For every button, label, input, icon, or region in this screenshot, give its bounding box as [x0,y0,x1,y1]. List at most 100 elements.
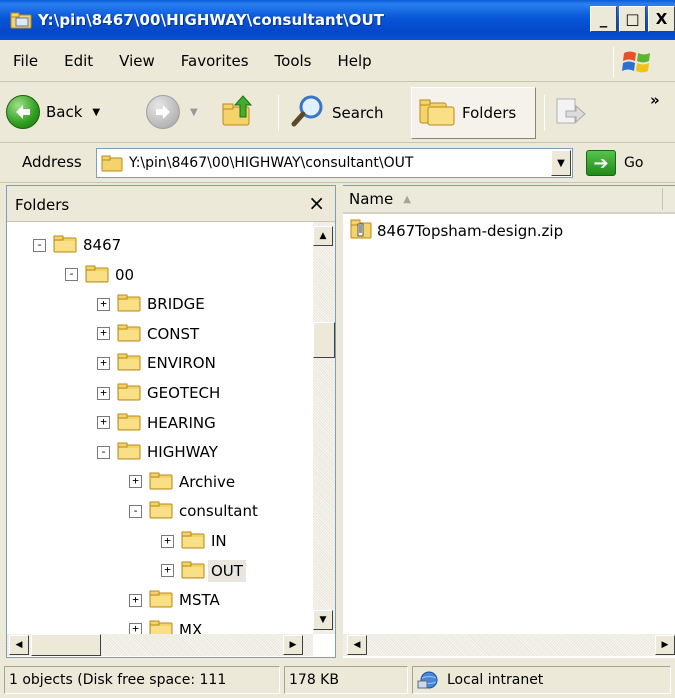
sort-ascending-icon: ▲ [403,193,411,205]
tree-node-label: IN [211,532,227,550]
expand-icon[interactable]: + [97,416,110,430]
forward-button[interactable]: ▼ [146,95,198,129]
search-button[interactable]: Search [290,93,384,133]
tree-node-archive[interactable]: + Archive [129,469,235,495]
go-button[interactable]: ➔ Go [586,150,643,176]
menu-help[interactable]: Help [325,52,385,70]
tree-node-in[interactable]: + IN [161,528,227,554]
up-folder-icon [220,93,256,133]
scroll-up-button[interactable]: ▲ [313,226,333,246]
minimize-button[interactable]: _ [590,6,617,32]
tree-node-geotech[interactable]: + GEOTECH [97,380,220,406]
back-button[interactable]: Back ▼ [6,95,100,129]
address-value: Y:\pin\8467\00\HIGHWAY\consultant\OUT [129,155,414,171]
collapse-icon[interactable]: - [33,238,46,252]
folder-icon [101,154,123,172]
up-folder-button[interactable] [220,93,256,133]
folders-button[interactable]: Folders [411,87,536,139]
address-label: Address [22,153,82,171]
expand-icon[interactable]: + [97,386,110,400]
tree-node-consultant[interactable]: - consultant [129,498,258,524]
tree-node-mx[interactable]: + MX [129,617,202,634]
move-to-button[interactable] [554,95,588,133]
scroll-thumb[interactable] [313,322,335,358]
maximize-button[interactable]: □ [619,6,646,32]
scroll-right-button[interactable]: ▶ [283,635,303,655]
menu-favorites[interactable]: Favorites [168,52,262,70]
files-scroll-left-button[interactable]: ◀ [347,635,367,655]
tree-node-label: OUT [208,559,246,582]
forward-dropdown-icon[interactable]: ▼ [190,107,198,118]
hscroll-thumb[interactable] [31,634,101,656]
expand-icon[interactable]: + [161,534,174,548]
tree-node-hearing[interactable]: + HEARING [97,410,216,436]
collapse-icon[interactable]: - [65,268,78,282]
expand-icon[interactable]: + [97,327,110,341]
tree-node-label: MX [179,620,203,634]
folder-icon [149,588,173,612]
tree-horizontal-scrollbar[interactable]: ◀ ▶ [7,634,313,656]
title-bar[interactable]: Y:\pin\8467\00\HIGHWAY\consultant\OUT _ … [0,0,675,40]
folders-pane-title: Folders [15,196,70,214]
expand-icon[interactable]: + [129,623,142,634]
folder-icon [85,263,109,287]
folder-icon [149,499,173,523]
files-horizontal-scrollbar[interactable]: ◀ ▶ [343,634,675,656]
file-list-pane: Name ▲ 8467Topsham-design.zip ◀ ▶ [343,185,675,658]
tree-node-msta[interactable]: + MSTA [129,587,220,613]
move-to-icon [554,95,588,133]
tree-node-bridge[interactable]: + BRIDGE [97,291,205,317]
expand-icon[interactable]: + [129,475,142,489]
folder-tree: -8467-00 + BRIDGE + CONST + ENVIRON + GEOTECH + HE… [7,222,313,634]
search-label: Search [332,104,384,122]
folders-label: Folders [462,104,517,122]
tree-vertical-scrollbar[interactable]: ▲ ▼ [313,222,335,634]
menu-tools[interactable]: Tools [262,52,325,70]
status-zone: Local intranet [412,666,671,694]
tree-node-environ[interactable]: + ENVIRON [97,350,216,376]
tree-node-00[interactable]: - 00 [65,262,134,288]
go-arrow-icon: ➔ [586,150,616,176]
address-dropdown-button[interactable]: ▼ [551,150,571,176]
expand-icon[interactable]: + [161,564,174,578]
address-input[interactable]: Y:\pin\8467\00\HIGHWAY\consultant\OUT ▼ [96,148,573,178]
tree-node-label: ENVIRON [147,354,216,373]
tree-node-out[interactable]: + OUT [161,558,246,584]
tree-node-highway[interactable]: - HIGHWAY [97,439,218,465]
tree-node-const[interactable]: + CONST [97,321,199,347]
menu-view[interactable]: View [106,52,168,70]
status-size: 178 KB [284,666,408,694]
back-label: Back [46,103,83,121]
expand-icon[interactable]: + [97,356,110,370]
tree-node-label: HIGHWAY [147,443,218,462]
toolbar-chevron[interactable]: » [650,91,660,109]
tree-node-label: 8467 [83,236,122,254]
status-bar: 1 objects (Disk free space: 111 178 KB L… [0,662,675,698]
folder-icon [181,529,205,553]
folder-icon [117,351,141,375]
folder-icon [117,381,141,405]
expand-icon[interactable]: + [129,593,142,607]
back-dropdown-icon[interactable]: ▼ [92,107,100,118]
scroll-down-button[interactable]: ▼ [313,610,333,630]
scroll-left-button[interactable]: ◀ [9,635,29,655]
folder-icon [117,440,141,464]
close-pane-icon[interactable]: × [308,191,325,215]
tree-node-label: BRIDGE [147,295,205,314]
windows-logo-icon [613,47,653,77]
files-scroll-right-button[interactable]: ▶ [655,635,675,655]
menu-bar: File Edit View Favorites Tools Help [0,40,675,82]
file-item[interactable]: 8467Topsham-design.zip [349,218,563,244]
collapse-icon[interactable]: - [129,504,142,518]
menu-edit[interactable]: Edit [51,52,106,70]
collapse-icon[interactable]: - [97,445,110,459]
folders-icon [418,93,458,133]
close-button[interactable]: X [648,6,675,32]
menu-file[interactable]: File [0,52,51,70]
address-bar: Address Y:\pin\8467\00\HIGHWAY\consultan… [0,143,675,183]
status-zone-label: Local intranet [447,672,544,688]
expand-icon[interactable]: + [97,297,110,311]
tree-node-8467[interactable]: - 8467 [33,232,121,258]
name-column-header[interactable]: Name ▲ [343,188,663,210]
status-objects: 1 objects (Disk free space: 111 [4,666,280,694]
